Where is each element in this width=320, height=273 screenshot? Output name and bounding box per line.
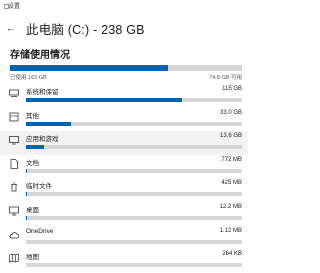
category-usage-bar [26,169,242,173]
storage-category-other[interactable]: 其他 33.0 GB [0,108,248,132]
back-arrow-icon[interactable]: ← [6,24,15,33]
cloud-icon [9,230,19,240]
system-icon [9,88,19,98]
category-usage-bar [26,145,242,149]
category-name: 其他 [26,110,39,120]
category-name: 系统和保留 [26,86,59,96]
other-icon [9,112,19,122]
category-name: 应用和游戏 [26,133,59,143]
category-usage-bar [26,192,242,196]
category-name: 临时文件 [26,180,52,190]
category-size: 13.6 GB [220,133,242,139]
category-usage-bar [26,240,242,244]
category-name: 地图 [26,251,39,261]
total-usage-bar [10,65,242,71]
category-usage-fill [26,145,44,149]
category-size: 264 KB [222,251,242,257]
storage-category-documents[interactable]: 文档 772 MB [0,155,248,179]
category-usage-bar [26,98,242,102]
storage-category-apps[interactable]: 应用和游戏 13.6 GB [0,131,248,155]
storage-category-maps[interactable]: 地图 264 KB [0,249,248,273]
category-usage-fill [26,98,182,102]
page-title: 此电脑 (C:) - 238 GB [26,19,145,38]
category-size: 425 MB [221,180,242,186]
storage-category-temp[interactable]: 临时文件 425 MB [0,178,248,202]
category-name: OneDrive [26,228,53,235]
category-usage-fill [26,122,71,126]
category-usage-bar [26,263,242,267]
document-icon [9,159,19,169]
category-size: 12.2 MB [220,204,242,210]
apps-icon [9,135,19,145]
category-size: 115 GB [222,86,242,92]
category-size: 33.0 GB [220,110,242,116]
category-usage-fill [26,192,27,196]
category-name: 文档 [26,157,39,167]
storage-category-system[interactable]: 系统和保留 115 GB [0,84,248,108]
category-usage-bar [26,122,242,126]
title-bar: 设置 [0,0,248,14]
used-label: 已使用 163 GB [10,73,47,81]
category-size: 1.12 MB [220,228,242,234]
storage-category-onedrive[interactable]: OneDrive 1.12 MB [0,226,248,250]
window-title: 设置 [8,0,20,14]
category-size: 772 MB [221,157,242,163]
trash-icon [9,182,19,192]
desktop-icon [9,206,19,216]
section-title: 存储使用情况 [10,46,70,61]
storage-category-desktop[interactable]: 桌面 12.2 MB [0,202,248,226]
category-name: 桌面 [26,204,39,214]
category-usage-bar [26,216,242,220]
category-usage-fill [26,169,27,173]
free-label: 74.8 GB 可用 [209,73,242,81]
total-usage-fill [10,65,168,71]
